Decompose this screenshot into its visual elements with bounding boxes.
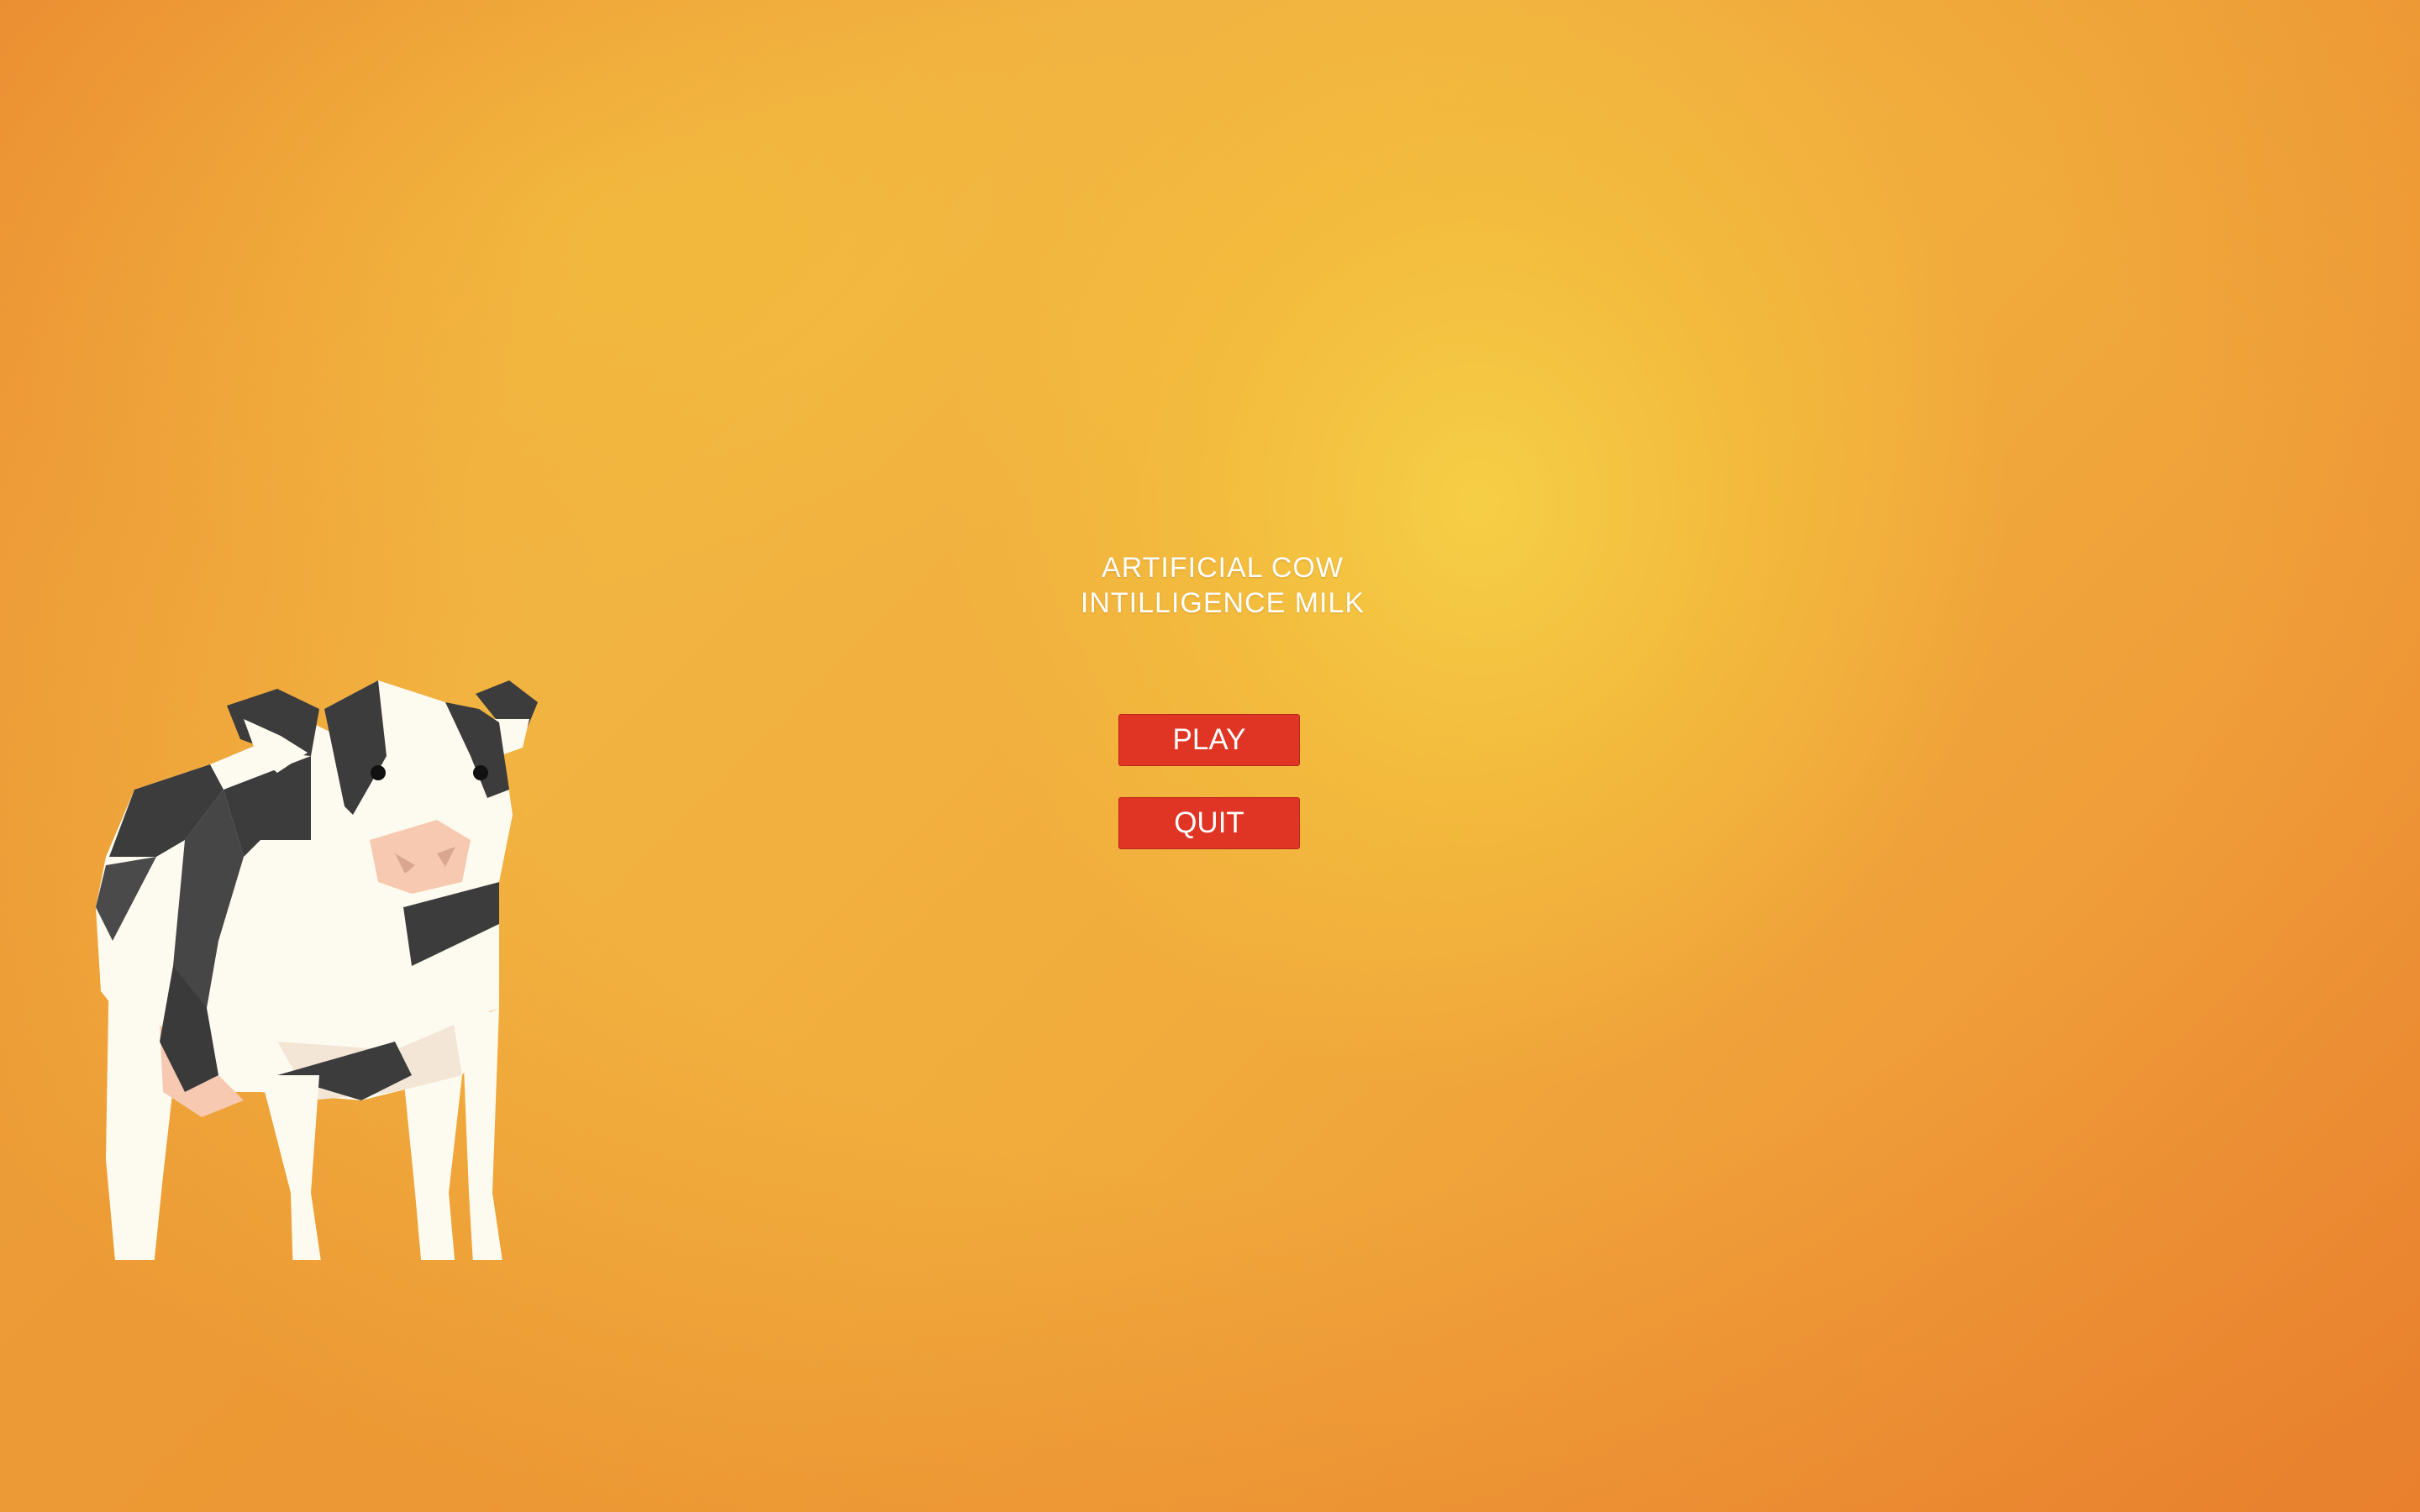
game-title-line2: INTILLIGENCE MILK	[1080, 587, 1365, 619]
quit-button[interactable]: QUIT	[1118, 797, 1300, 849]
game-title-line1: ARTIFICIAL COW	[1102, 552, 1344, 584]
low-poly-cow-icon	[96, 680, 538, 1260]
play-button[interactable]: PLAY	[1118, 714, 1300, 766]
game-title: ARTIFICIAL COW INTILLIGENCE MILK	[1008, 550, 1437, 621]
